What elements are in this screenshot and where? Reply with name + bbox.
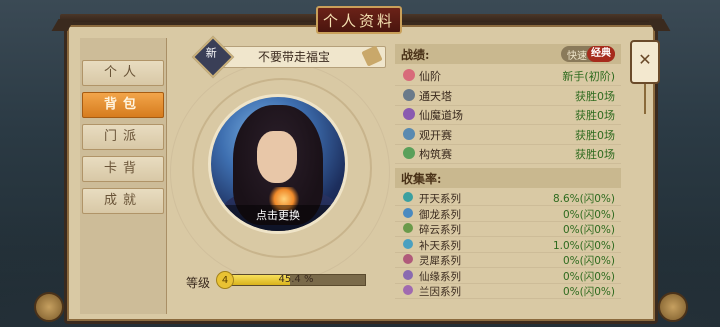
collection-value: 8.6%(闪0%) — [552, 193, 615, 205]
stats-panel: 战绩: 快速 经典 仙阶 新手(初阶) 通天塔 获胜0场 仙魔道场 获胜0场 观开赛 获胜0场… — [395, 44, 621, 306]
collection-icon — [403, 223, 413, 233]
level-label: 等级 — [186, 276, 211, 290]
new-badge-text: 新 — [205, 46, 217, 60]
record-icon — [403, 108, 415, 120]
close-lantern-button[interactable]: ✕ — [630, 40, 660, 114]
collection-row: 兰因系列 0%(闪0%) — [395, 283, 621, 299]
avatar[interactable]: 点击更换 — [208, 94, 348, 234]
record-label: 构筑赛 — [419, 148, 452, 161]
collection-value: 0%(闪0%) — [562, 224, 615, 236]
collection-label: 仙缘系列 — [419, 270, 461, 283]
record-value: 获胜0场 — [575, 148, 615, 161]
sidebar: 个人 背包 门派 卡背 成就 — [80, 38, 167, 314]
collection-icon — [403, 269, 413, 280]
avatar-face — [257, 131, 297, 183]
collection-icon — [403, 238, 413, 249]
level-progress-text: 45.4 % — [278, 274, 314, 285]
collection-row: 灵犀系列 0%(闪0%) — [395, 252, 621, 268]
collection-value: 0%(闪0%) — [562, 270, 615, 283]
mode-classic[interactable]: 经典 — [587, 46, 615, 62]
collection-icon — [403, 192, 413, 202]
collection-row: 碎云系列 0%(闪0%) — [395, 221, 621, 237]
record-value: 获胜0场 — [575, 128, 615, 142]
record-row: 通天塔 获胜0场 — [395, 86, 621, 106]
level-progress-bar: 45.4 % — [226, 274, 366, 286]
collection-label: 灵犀系列 — [419, 255, 461, 267]
menu-icon[interactable] — [658, 292, 688, 322]
new-badge: 新 — [191, 35, 235, 79]
collection-title: 收集率: — [401, 172, 442, 186]
collection-header: 收集率: — [395, 168, 621, 188]
mode-toggle[interactable]: 快速 经典 — [561, 46, 615, 62]
record-icon — [403, 127, 415, 140]
collection-icon — [403, 254, 413, 264]
change-avatar-button[interactable]: 点击更换 — [211, 205, 345, 231]
collection-label: 御龙系列 — [419, 208, 461, 221]
record-icon — [403, 147, 415, 159]
tab-achievements[interactable]: 成就 — [82, 188, 164, 214]
record-row: 构筑赛 获胜0场 — [395, 144, 621, 164]
record-value: 新手(初阶) — [562, 70, 615, 83]
tab-sect[interactable]: 门派 — [82, 124, 164, 150]
collection-row: 补天系列 1.0%(闪0%) — [395, 237, 621, 253]
record-row: 仙阶 新手(初阶) — [395, 66, 621, 86]
record-row: 观开赛 获胜0场 — [395, 125, 621, 145]
collection-value: 0%(闪0%) — [562, 208, 615, 221]
record-label: 仙魔道场 — [419, 109, 463, 122]
record-value: 获胜0场 — [575, 89, 615, 103]
record-header: 战绩: 快速 经典 — [395, 44, 621, 64]
tab-backpack[interactable]: 背包 — [82, 92, 164, 118]
record-label: 通天塔 — [419, 89, 452, 103]
chat-icon[interactable] — [34, 292, 64, 322]
collection-label: 补天系列 — [419, 239, 461, 252]
record-icon — [403, 88, 415, 101]
profile-panel: 不要带走福宝 新 点击更换 等级 45.4 % 4 — [170, 35, 390, 314]
record-value: 获胜0场 — [575, 109, 615, 122]
tab-card-back[interactable]: 卡背 — [82, 156, 164, 182]
collection-row: 仙缘系列 0%(闪0%) — [395, 268, 621, 284]
collection-value: 0%(闪0%) — [562, 255, 615, 267]
tab-personal[interactable]: 个人 — [82, 60, 164, 86]
collection-row: 开天系列 8.6%(闪0%) — [395, 190, 621, 206]
collection-icon — [403, 285, 413, 295]
collection-value: 1.0%(闪0%) — [552, 239, 615, 252]
collection-icon — [403, 207, 413, 218]
collection-label: 兰因系列 — [419, 286, 461, 298]
record-label: 仙阶 — [419, 70, 441, 83]
collection-row: 御龙系列 0%(闪0%) — [395, 206, 621, 222]
collection-value: 0%(闪0%) — [562, 286, 615, 298]
record-row: 仙魔道场 获胜0场 — [395, 105, 621, 125]
collection-label: 开天系列 — [419, 193, 461, 205]
record-title: 战绩: — [401, 48, 430, 62]
close-icon: ✕ — [638, 50, 652, 69]
record-icon — [403, 69, 415, 81]
window-title: 个人资料 — [316, 6, 402, 34]
level-badge: 4 — [216, 271, 234, 289]
record-label: 观开赛 — [419, 128, 452, 142]
mode-fast[interactable]: 快速 — [567, 47, 587, 62]
collection-label: 碎云系列 — [419, 224, 461, 236]
